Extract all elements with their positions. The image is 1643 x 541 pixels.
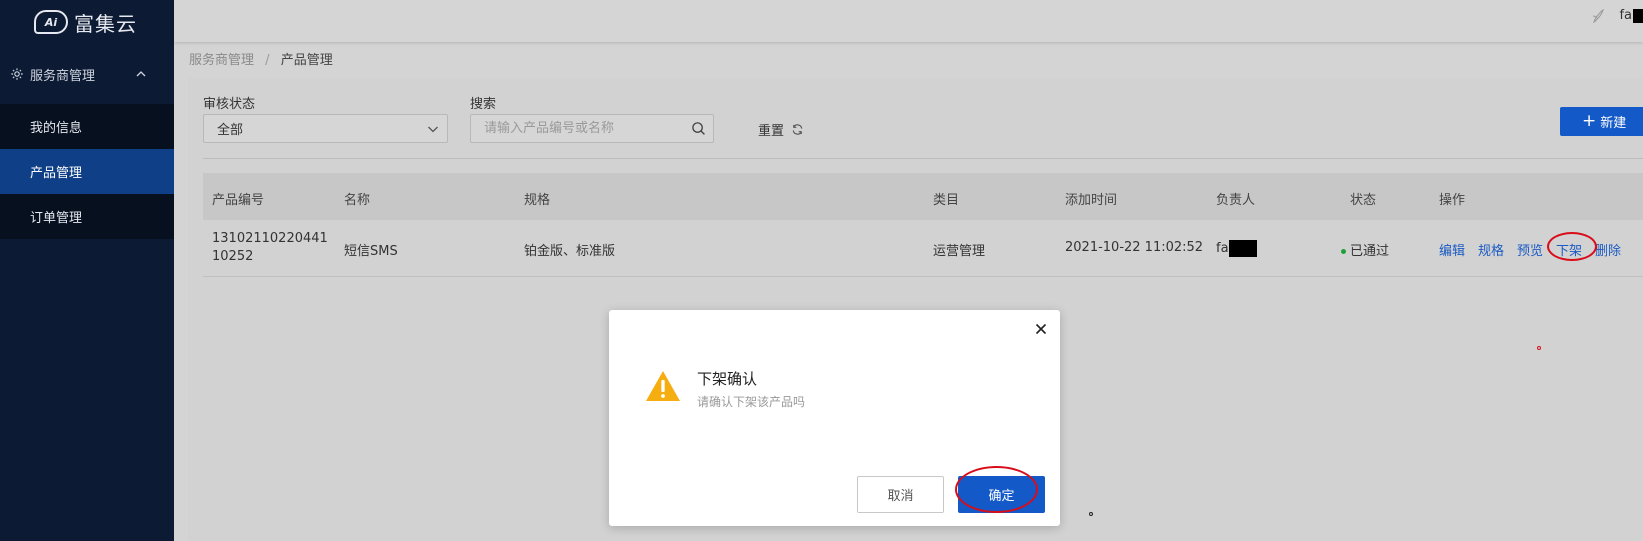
filter-divider	[203, 158, 1643, 159]
chevron-up-icon	[136, 71, 146, 77]
chevron-down-icon	[428, 126, 438, 133]
dialog-message: 请确认下架该产品吗	[697, 395, 806, 409]
column-header-status: 状态	[1350, 193, 1377, 208]
new-button[interactable]: + 新建	[1560, 107, 1643, 136]
cell-added-time: 2021-10-22 11:02:52	[1065, 240, 1204, 255]
cell-owner: fa	[1216, 240, 1257, 257]
cursor-dot	[1089, 512, 1093, 516]
search-icon[interactable]	[691, 121, 706, 136]
cell-owner-text: fa	[1216, 241, 1229, 256]
table-header: 产品编号 名称 规格 类目 添加时间 负责人 状态 操作	[203, 173, 1643, 220]
search-field	[470, 114, 714, 143]
warning-icon	[646, 371, 680, 401]
cell-product-id: 1310211022044110252	[212, 231, 328, 264]
brand-name: 富集云	[74, 11, 137, 36]
redacted-block	[1228, 240, 1257, 257]
spec-link[interactable]: 规格	[1478, 240, 1504, 259]
annotation-circle-confirm	[955, 466, 1038, 513]
sidebar-item-label: 我的信息	[30, 121, 83, 136]
breadcrumb-current: 产品管理	[280, 53, 333, 68]
column-header-name: 名称	[344, 193, 371, 208]
status-select[interactable]: 全部	[203, 114, 448, 143]
reset-button-label: 重置	[758, 124, 785, 139]
new-button-label: 新建	[1600, 116, 1627, 131]
breadcrumb-separator: /	[265, 53, 270, 68]
annotation-dot	[1537, 346, 1541, 350]
delete-link[interactable]: 删除	[1595, 240, 1621, 259]
cell-category: 运营管理	[933, 244, 986, 259]
status-dot	[1341, 249, 1346, 254]
sidebar-item-product-management[interactable]: 产品管理	[0, 149, 174, 194]
sidebar-item-my-info[interactable]: 我的信息	[0, 104, 174, 149]
dialog-title: 下架确认	[697, 370, 758, 388]
status-filter-label: 审核状态	[203, 97, 256, 112]
close-icon[interactable]	[1034, 322, 1048, 336]
column-header-spec: 规格	[524, 193, 551, 208]
gear-icon	[11, 68, 23, 80]
breadcrumb-parent[interactable]: 服务商管理	[189, 53, 254, 68]
column-header-added-time: 添加时间	[1065, 193, 1118, 208]
sidebar-item-label: 产品管理	[30, 166, 83, 181]
sidebar-group-label: 服务商管理	[30, 68, 96, 84]
cell-spec: 铂金版、标准版	[524, 244, 616, 259]
cell-status: 已通过	[1341, 240, 1389, 259]
breadcrumb: 服务商管理 / 产品管理	[189, 49, 333, 68]
cell-status-text: 已通过	[1350, 244, 1390, 259]
sidebar-item-order-management[interactable]: 订单管理	[0, 194, 174, 239]
edit-link[interactable]: 编辑	[1439, 240, 1465, 259]
column-header-owner: 负责人	[1216, 193, 1256, 208]
cell-name: 短信SMS	[344, 244, 398, 259]
column-header-product-id: 产品编号	[212, 193, 265, 208]
refresh-icon	[792, 124, 803, 135]
user-name-text: fa	[1619, 8, 1632, 23]
status-select-value: 全部	[217, 123, 244, 138]
column-header-category: 类目	[933, 193, 960, 208]
annotation-circle-unlist	[1547, 232, 1597, 261]
plus-icon: +	[1582, 111, 1597, 131]
sidebar-group-provider[interactable]: 服务商管理	[0, 44, 174, 104]
preview-link[interactable]: 预览	[1517, 240, 1543, 259]
column-header-actions: 操作	[1439, 193, 1466, 208]
user-avatar-icon[interactable]	[1589, 7, 1607, 25]
cancel-button[interactable]: 取消	[857, 476, 944, 513]
redacted-block	[1633, 8, 1643, 23]
reset-button[interactable]: 重置	[758, 120, 804, 139]
user-name[interactable]: fa	[1619, 8, 1643, 23]
sidebar: Ai 富集云 服务商管理 我的信息 产品管理 订单管理	[0, 0, 174, 541]
brand-logo-icon: Ai	[34, 10, 68, 34]
top-bar: fa	[174, 0, 1643, 42]
brand-logo[interactable]: Ai 富集云	[0, 0, 174, 44]
search-input[interactable]	[471, 115, 671, 142]
sidebar-item-label: 订单管理	[30, 211, 83, 226]
table-row: 1310211022044110252 短信SMS 铂金版、标准版 运营管理 2…	[203, 220, 1643, 277]
search-label: 搜索	[470, 97, 497, 112]
